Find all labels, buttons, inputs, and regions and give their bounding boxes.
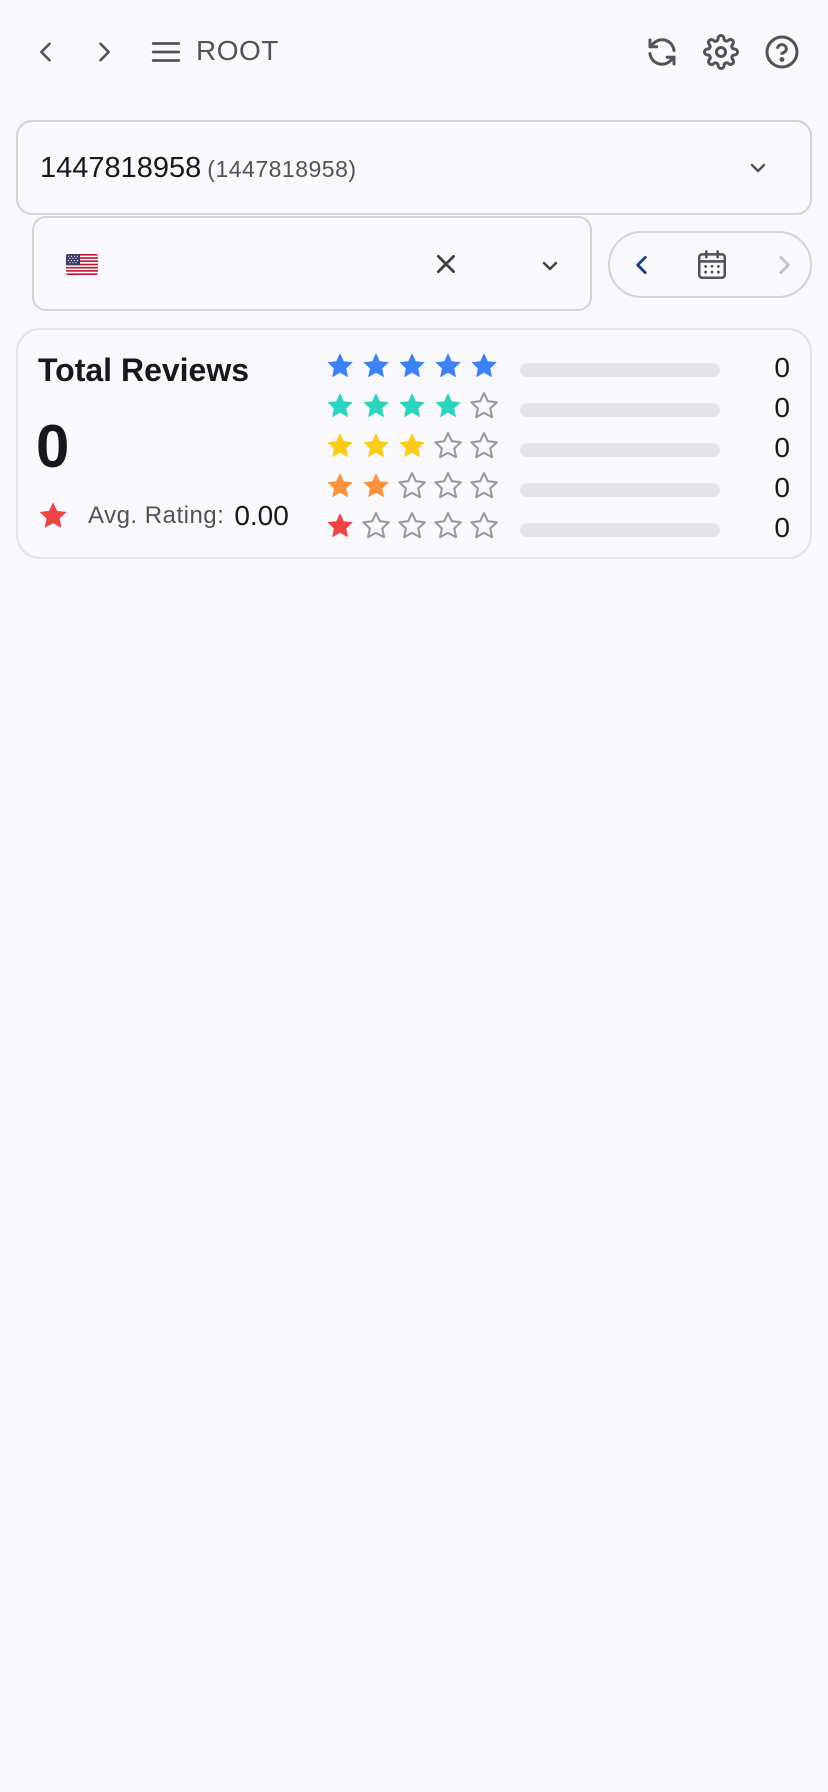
app-name-text: 1447818958 [40, 152, 202, 184]
card-title: Total Reviews [38, 352, 250, 388]
close-icon [437, 255, 455, 273]
chevron-left-icon [636, 255, 647, 274]
rating-row-2: 0 [324, 468, 810, 508]
date-navigator [608, 231, 812, 298]
rating-bar [520, 483, 720, 497]
star-filled-icon [363, 433, 389, 458]
star-filled-icon [435, 393, 461, 418]
rating-bar [520, 443, 720, 457]
country-selector-chevron[interactable] [538, 254, 562, 283]
country-selector[interactable] [32, 216, 592, 311]
settings-button[interactable] [697, 28, 745, 76]
rating-bar [520, 403, 720, 417]
app-selector[interactable]: 1447818958 (1447818958) [16, 120, 812, 215]
clear-country-button[interactable] [422, 240, 470, 288]
star-filled-icon [327, 433, 353, 458]
star-filled-icon [363, 473, 389, 498]
star-rating [324, 390, 504, 422]
next-date-button[interactable] [760, 233, 808, 296]
star-filled-icon [327, 473, 353, 498]
refresh-icon [648, 38, 676, 66]
avg-rating-label: Avg. Rating: [88, 502, 225, 529]
chevron-down-icon [750, 163, 766, 173]
calendar-button[interactable] [688, 233, 736, 296]
star-rating [324, 350, 504, 382]
chevron-left-icon [40, 42, 51, 62]
calendar-icon [697, 249, 727, 279]
rating-row-3: 0 [324, 428, 810, 468]
avg-rating-value: 0.00 [234, 500, 289, 531]
average-rating: Avg. Rating: 0.00 [36, 498, 289, 534]
total-reviews-count: 0 [36, 413, 70, 480]
root-title[interactable]: ROOT [196, 31, 279, 71]
rating-count: 0 [774, 432, 790, 463]
star-filled-icon [399, 433, 425, 458]
rating-row-1: 0 [324, 508, 810, 548]
top-bar: ROOT [0, 0, 828, 104]
star-icon [39, 502, 67, 528]
star-outline-icon [362, 512, 390, 539]
forward-button[interactable] [80, 28, 128, 76]
app-name: 1447818958 (1447818958) [40, 148, 357, 189]
star-filled-icon [399, 393, 425, 418]
star-outline-icon [470, 512, 498, 539]
rating-row-5: 0 [324, 348, 810, 388]
star-filled-icon [327, 393, 353, 418]
star-filled-icon [363, 353, 389, 378]
star-filled-icon [327, 353, 353, 378]
star-outline-icon [434, 432, 462, 459]
rating-bar [520, 363, 720, 377]
star-filled-icon [399, 353, 425, 378]
rating-count: 0 [774, 392, 790, 423]
app-id-text: (1447818958) [207, 156, 357, 182]
app-selector-chevron [746, 156, 770, 185]
menu-button[interactable] [142, 28, 190, 76]
total-reviews-card: Total Reviews 0 Avg. Rating: 0.00 0 0 0 0 0 [16, 328, 812, 559]
star-outline-icon [398, 512, 426, 539]
star-outline-icon [470, 432, 498, 459]
us-flag-icon [66, 254, 98, 275]
rating-distribution: 0 0 0 0 0 [324, 348, 810, 548]
hamburger-menu-icon [151, 42, 181, 62]
star-filled-icon [471, 353, 497, 378]
rating-count: 0 [774, 352, 790, 383]
help-button[interactable] [758, 28, 806, 76]
star-filled-icon [435, 353, 461, 378]
rating-count: 0 [774, 512, 790, 543]
star-outline-icon [470, 472, 498, 499]
back-button[interactable] [22, 28, 70, 76]
chevron-down-icon [542, 261, 558, 271]
star-filled-icon [327, 513, 353, 538]
help-circle-icon [765, 35, 799, 69]
star-outline-icon [434, 512, 462, 539]
rating-bar [520, 523, 720, 537]
rating-count: 0 [774, 472, 790, 503]
refresh-button[interactable] [638, 28, 686, 76]
star-outline-icon [398, 472, 426, 499]
star-rating [324, 430, 504, 462]
rating-row-4: 0 [324, 388, 810, 428]
star-outline-icon [434, 472, 462, 499]
previous-date-button[interactable] [618, 233, 666, 296]
gear-icon [703, 34, 739, 70]
chevron-right-icon [99, 42, 110, 62]
star-outline-icon [470, 392, 498, 419]
chevron-right-icon [779, 255, 790, 274]
star-filled-icon [363, 393, 389, 418]
star-rating [324, 470, 504, 502]
star-rating [324, 510, 504, 542]
